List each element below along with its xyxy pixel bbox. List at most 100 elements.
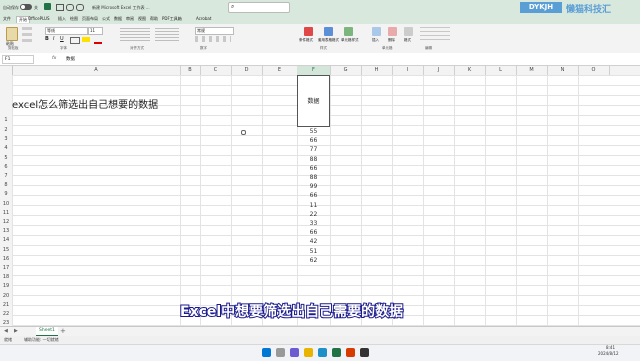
format-cells-icon[interactable] — [404, 27, 413, 36]
redo-icon[interactable] — [76, 4, 84, 11]
ribbon-tab[interactable]: 审阅 — [126, 16, 134, 22]
ribbon-tab[interactable]: Acrobat — [196, 16, 211, 21]
grid-line — [262, 75, 263, 326]
selected-header-cell[interactable]: 数据 — [297, 75, 330, 127]
format-table-icon[interactable] — [324, 27, 333, 36]
bold-icon[interactable]: B — [45, 36, 49, 42]
ribbon-group-label: 字体 — [60, 46, 67, 50]
font-size-select[interactable]: 11 — [88, 27, 103, 35]
grid-line — [231, 75, 232, 326]
ribbon-tab[interactable]: 视图 — [138, 16, 146, 22]
ribbon-group-label: 编辑 — [425, 46, 432, 50]
cut-icon[interactable] — [22, 27, 32, 30]
paste-icon[interactable] — [6, 27, 18, 41]
align-icons[interactable] — [120, 28, 150, 42]
column-header[interactable]: O — [578, 66, 610, 75]
value-cell[interactable]: 62 — [298, 256, 329, 266]
ribbon-tab[interactable]: 公式 — [102, 16, 110, 22]
cells-label-1: 插入 — [372, 38, 379, 42]
file-explorer-icon[interactable] — [304, 348, 313, 357]
name-box[interactable]: F1 — [2, 55, 34, 64]
task-view-icon[interactable] — [290, 348, 299, 357]
ribbon-group-label: 对齐方式 — [130, 46, 144, 50]
autosave-toggle[interactable] — [20, 4, 32, 10]
ribbon-tab[interactable]: 插入 — [58, 16, 66, 22]
column-header[interactable]: I — [392, 66, 424, 75]
undo-icon[interactable] — [66, 4, 74, 11]
ribbon-group-label: 单元格 — [382, 46, 393, 50]
prev-sheet-icon[interactable]: ◀ — [4, 328, 8, 334]
row-header[interactable]: 1 — [0, 115, 12, 125]
column-header[interactable]: H — [361, 66, 393, 75]
search-icon: ⌕ — [231, 3, 235, 10]
column-header[interactable]: J — [423, 66, 455, 75]
app2-icon[interactable] — [360, 348, 369, 357]
video-subtitle: Excel中想要筛选出自己需要的数据 — [179, 303, 404, 321]
grid-line — [392, 75, 393, 326]
window-title: 新建 Microsoft Excel 工作表 ... — [92, 5, 150, 10]
style-label-3: 单元格样式 — [341, 38, 359, 42]
fill-color-icon[interactable] — [82, 37, 90, 42]
column-header[interactable]: A — [12, 66, 181, 75]
title-cell[interactable]: excel怎么筛选出自己想要的数据 — [12, 96, 158, 111]
formula-bar: F1 fx 数据 — [0, 53, 640, 66]
grid-line — [180, 75, 181, 326]
autosave-label: 自动保存 — [3, 5, 19, 10]
grid-line — [578, 75, 579, 326]
add-sheet-icon[interactable]: + — [60, 327, 66, 335]
editing-icons[interactable] — [420, 27, 450, 43]
copy-icon[interactable] — [22, 33, 32, 36]
mouse-cursor — [241, 130, 246, 135]
font-name-select[interactable]: 等线 — [45, 27, 88, 35]
column-header[interactable]: M — [516, 66, 548, 75]
italic-icon[interactable]: I — [53, 36, 54, 42]
taskbar-search-icon[interactable] — [276, 348, 285, 357]
column-header[interactable]: C — [200, 66, 232, 75]
delete-cells-icon[interactable] — [388, 27, 397, 36]
ribbon-group-label: 数字 — [200, 46, 207, 50]
format-painter-icon[interactable] — [22, 39, 32, 42]
border-icon[interactable] — [70, 37, 80, 44]
insert-cells-icon[interactable] — [372, 27, 381, 36]
column-header[interactable]: E — [262, 66, 298, 75]
formula-input[interactable]: 数据 — [66, 56, 75, 62]
column-header[interactable]: B — [180, 66, 201, 75]
ribbon-tab[interactable]: 页面布局 — [82, 16, 98, 22]
ribbon-tab[interactable]: 数据 — [114, 16, 122, 22]
fx-icon[interactable]: fx — [52, 56, 56, 61]
number-format-select[interactable]: 常规 — [195, 27, 234, 35]
status-accessibility[interactable]: 辅助功能: 一切就绪 — [24, 337, 59, 343]
font-color-icon[interactable] — [94, 37, 102, 44]
column-header[interactable]: G — [330, 66, 362, 75]
search-box[interactable]: ⌕ — [228, 2, 290, 13]
ribbon-tab[interactable]: OfficePLUS — [28, 16, 50, 21]
save-icon[interactable] — [56, 4, 64, 11]
ribbon-tab[interactable]: 绘图 — [70, 16, 78, 22]
app-icon[interactable] — [346, 348, 355, 357]
ribbon-tab[interactable]: 帮助 — [150, 16, 158, 22]
column-header[interactable]: L — [485, 66, 517, 75]
cell-styles-icon[interactable] — [344, 27, 353, 36]
status-ready: 就绪 — [4, 337, 12, 342]
status-bar: 就绪 辅助功能: 一切就绪 — [0, 336, 640, 344]
edge-icon[interactable] — [318, 348, 327, 357]
ribbon-tab[interactable]: 文件 — [3, 16, 11, 22]
grid-line — [423, 75, 424, 326]
style-label-1: 条件格式 — [299, 38, 313, 42]
cells-label-2: 删除 — [388, 38, 395, 42]
column-header[interactable]: K — [454, 66, 486, 75]
number-format-icons[interactable] — [195, 36, 231, 42]
start-icon[interactable] — [262, 348, 271, 357]
grid-line — [547, 75, 548, 326]
column-header[interactable]: N — [547, 66, 579, 75]
wrap-merge-icons[interactable] — [155, 28, 179, 42]
excel-icon — [44, 3, 51, 10]
excel-taskbar-icon[interactable] — [332, 348, 341, 357]
next-sheet-icon[interactable]: ▶ — [14, 328, 18, 334]
conditional-format-icon[interactable] — [304, 27, 313, 36]
column-header[interactable]: F — [297, 66, 331, 75]
watermark-logo: DYKJH — [520, 2, 562, 13]
column-header[interactable]: D — [231, 66, 263, 75]
underline-icon[interactable]: U — [60, 36, 64, 42]
ribbon-tab[interactable]: PDF工具箱 — [162, 16, 182, 22]
